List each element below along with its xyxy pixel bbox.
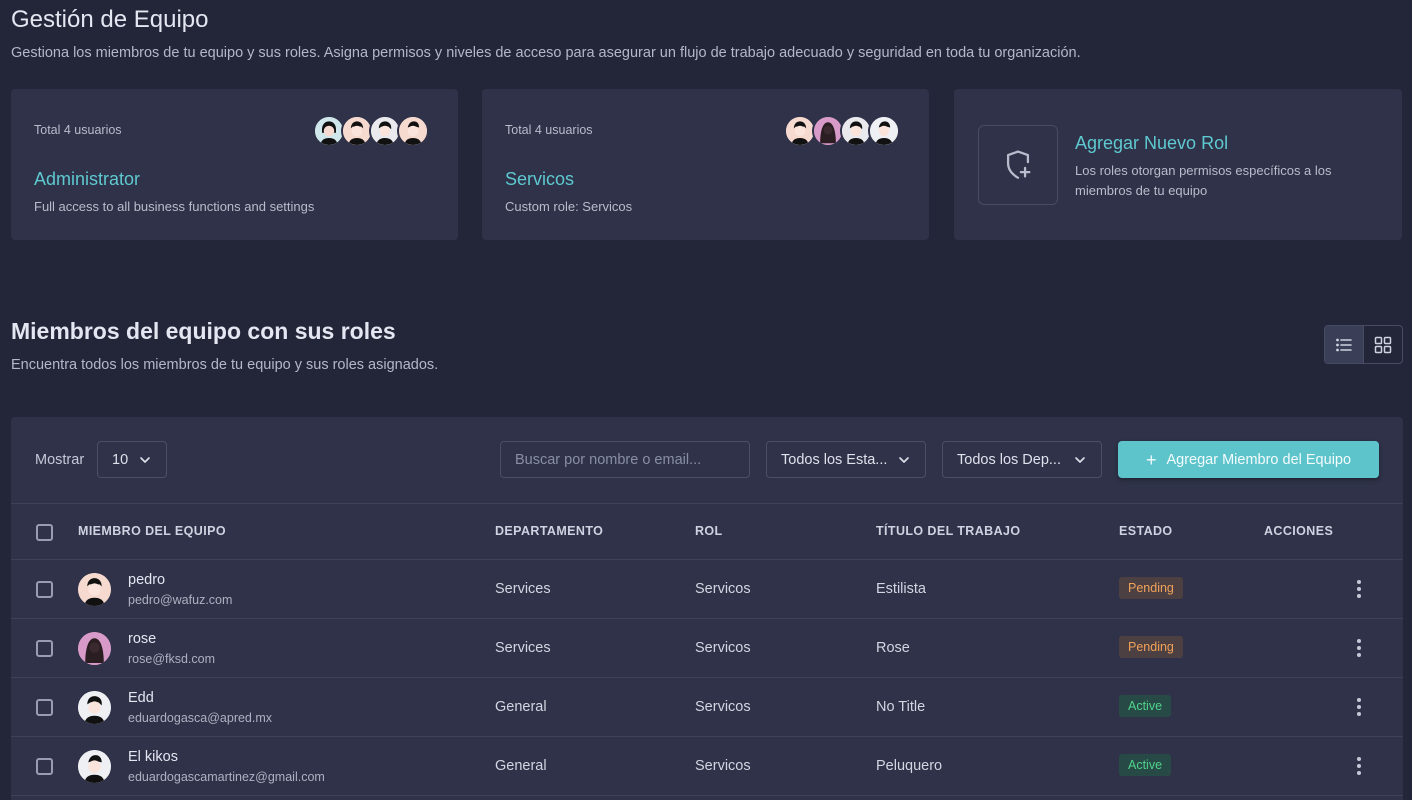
- member-email: eduardogascamartinez@gmail.com: [128, 770, 325, 784]
- member-department: General: [495, 758, 547, 774]
- avatar: [78, 632, 111, 665]
- member-department: Services: [495, 640, 551, 656]
- page-description: Gestiona los miembros de tu equipo y sus…: [11, 45, 1081, 61]
- add-role-card[interactable]: Agregar Nuevo Rol Los roles otorgan perm…: [954, 89, 1402, 240]
- member-email: eduardogasca@apred.mx: [128, 711, 273, 725]
- member-department: General: [495, 699, 547, 715]
- avatar: [397, 115, 429, 147]
- table-row[interactable]: Edd eduardogasca@apred.mx General Servic…: [11, 678, 1403, 737]
- page-size-value: 10: [112, 451, 129, 468]
- role-description: Custom role: Servicos: [505, 199, 633, 214]
- member-department: Services: [495, 581, 551, 597]
- member-name: Edd: [128, 690, 154, 706]
- column-header-status[interactable]: ESTADO: [1119, 524, 1173, 538]
- member-role: Servicos: [695, 640, 751, 656]
- department-filter-select[interactable]: Todos los Dep...: [942, 441, 1102, 478]
- role-avatar-group: [784, 115, 900, 147]
- member-role: Servicos: [695, 758, 751, 774]
- divider: [11, 795, 1403, 796]
- show-label: Mostrar: [35, 452, 85, 468]
- table-row[interactable]: rose rose@fksd.com Services Servicos Ros…: [11, 619, 1403, 678]
- member-job-title: Rose: [876, 640, 910, 656]
- row-checkbox[interactable]: [36, 581, 53, 598]
- add-role-icon-box[interactable]: [978, 125, 1058, 205]
- row-checkbox[interactable]: [36, 758, 53, 775]
- member-role: Servicos: [695, 699, 751, 715]
- column-header-department[interactable]: DEPARTAMENTO: [495, 524, 603, 538]
- status-badge: Pending: [1119, 636, 1183, 658]
- plus-icon: +: [1145, 449, 1157, 470]
- role-card-servicos[interactable]: Total 4 usuarios Servicos Custom role: S…: [482, 89, 929, 240]
- add-role-title[interactable]: Agregar Nuevo Rol: [1075, 133, 1228, 154]
- add-role-description: Los roles otorgan permisos específicos a…: [1075, 163, 1332, 198]
- member-email: pedro@wafuz.com: [128, 593, 233, 607]
- member-job-title: Peluquero: [876, 758, 943, 774]
- table-row[interactable]: pedro pedro@wafuz.com Services Servicos …: [11, 560, 1403, 619]
- role-avatar-group: [313, 115, 429, 147]
- role-name[interactable]: Administrator: [34, 169, 140, 190]
- member-email: rose@fksd.com: [128, 652, 216, 666]
- member-job-title: No Title: [876, 699, 926, 715]
- status-badge: Active: [1119, 754, 1172, 776]
- avatar: [868, 115, 900, 147]
- status-badge: Pending: [1119, 577, 1183, 599]
- more-actions-icon[interactable]: [1350, 637, 1368, 659]
- search-input[interactable]: [500, 441, 750, 478]
- shield-plus-icon: [1006, 150, 1031, 179]
- select-all-checkbox[interactable]: [36, 524, 53, 541]
- more-actions-icon[interactable]: [1350, 755, 1368, 777]
- members-section-title: Miembros del equipo con sus roles: [11, 318, 396, 344]
- column-header-role[interactable]: ROL: [695, 524, 723, 538]
- role-user-count: Total 4 usuarios: [505, 123, 593, 137]
- role-name[interactable]: Servicos: [505, 169, 574, 190]
- row-checkbox[interactable]: [36, 640, 53, 657]
- department-filter-value: Todos los Dep...: [957, 451, 1061, 468]
- more-actions-icon[interactable]: [1350, 696, 1368, 718]
- status-filter-value: Todos los Esta...: [781, 451, 888, 468]
- avatar: [78, 750, 111, 783]
- list-view-button[interactable]: [1325, 326, 1364, 363]
- status-badge: Active: [1119, 695, 1172, 717]
- row-checkbox[interactable]: [36, 699, 53, 716]
- chevron-down-icon: [1073, 453, 1087, 467]
- list-icon: [1336, 338, 1352, 351]
- add-member-label: Agregar Miembro del Equipo: [1166, 451, 1352, 468]
- more-actions-icon[interactable]: [1350, 578, 1368, 600]
- member-role: Servicos: [695, 581, 751, 597]
- column-header-job-title[interactable]: TÍTULO DEL TRABAJO: [876, 524, 1020, 538]
- table-row[interactable]: El kikos eduardogascamartinez@gmail.com …: [11, 737, 1403, 796]
- role-user-count: Total 4 usuarios: [34, 123, 122, 137]
- add-member-button[interactable]: + Agregar Miembro del Equipo: [1118, 441, 1379, 478]
- role-card-administrator[interactable]: Total 4 usuarios Administrator Full acce…: [11, 89, 458, 240]
- divider: [11, 503, 1403, 504]
- member-job-title: Estilista: [876, 581, 926, 597]
- column-header-member[interactable]: MIEMBRO DEL EQUIPO: [78, 524, 226, 538]
- avatar: [78, 691, 111, 724]
- page-title: Gestión de Equipo: [11, 6, 209, 33]
- member-name: pedro: [128, 572, 166, 588]
- grid-icon: [1374, 336, 1392, 353]
- avatar: [78, 573, 111, 606]
- view-toggle: [1324, 325, 1403, 364]
- status-filter-select[interactable]: Todos los Esta...: [766, 441, 926, 478]
- chevron-down-icon: [897, 453, 911, 467]
- chevron-down-icon: [138, 453, 152, 467]
- page-size-select[interactable]: 10: [97, 441, 167, 478]
- members-section-description: Encuentra todos los miembros de tu equip…: [11, 357, 439, 373]
- member-name: El kikos: [128, 749, 178, 765]
- grid-view-button[interactable]: [1364, 326, 1402, 363]
- role-description: Full access to all business functions an…: [34, 199, 315, 214]
- member-name: rose: [128, 631, 157, 647]
- members-table-panel: Mostrar 10 Todos los Esta... Todos los D…: [11, 417, 1403, 800]
- column-header-actions: ACCIONES: [1264, 524, 1334, 538]
